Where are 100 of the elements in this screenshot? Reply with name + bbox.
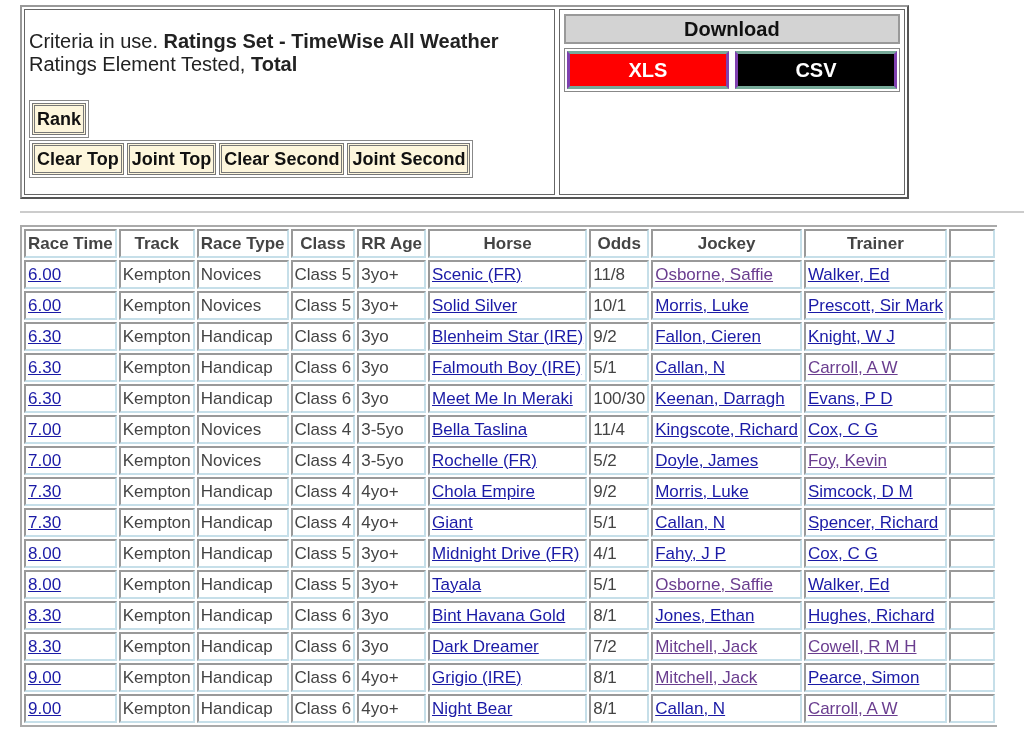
column-header	[948, 229, 995, 258]
table-cell: Kempton	[118, 415, 195, 444]
trainer-link[interactable]: Walker, Ed	[807, 264, 890, 284]
jockey-link[interactable]: Callan, N	[655, 512, 726, 532]
table-cell: Handicap	[196, 477, 289, 506]
trainer-link[interactable]: Cowell, R M H	[807, 636, 917, 656]
horse-link[interactable]: Bella Taslina	[432, 419, 528, 439]
horse-link[interactable]: Grigio (IRE)	[432, 667, 522, 687]
trainer-link[interactable]: Evans, P D	[807, 388, 893, 408]
table-cell: Handicap	[196, 663, 289, 692]
jockey-link[interactable]: Mitchell, Jack	[655, 636, 758, 656]
race-time-link[interactable]: 8.30	[28, 636, 62, 656]
jockey-link[interactable]: Morris, Luke	[655, 481, 749, 501]
trainer-link[interactable]: Carroll, A W	[807, 698, 898, 718]
horse-link[interactable]: Chola Empire	[432, 481, 535, 501]
trainer-link[interactable]: Foy, Kevin	[807, 450, 887, 470]
jockey-link[interactable]: Kingscote, Richard	[655, 419, 798, 439]
race-time-link[interactable]: 7.30	[28, 481, 62, 501]
table-cell: Kempton	[118, 601, 195, 630]
race-time-link[interactable]: 6.30	[28, 357, 62, 377]
table-cell: Kempton	[118, 539, 195, 568]
table-cell: Class 5	[290, 260, 356, 289]
horse-link[interactable]: Dark Dreamer	[432, 636, 539, 656]
horse-link[interactable]: Night Bear	[432, 698, 513, 718]
table-cell: Handicap	[196, 570, 289, 599]
table-cell: Class 6	[290, 694, 356, 723]
horse-link[interactable]: Solid Silver	[432, 295, 518, 315]
trainer-link[interactable]: Pearce, Simon	[807, 667, 920, 687]
jockey-link[interactable]: Callan, N	[655, 357, 726, 377]
trainer-link[interactable]: Hughes, Richard	[807, 605, 935, 625]
horse-link[interactable]: Blenheim Star (IRE)	[432, 326, 584, 346]
trainer-link[interactable]: Simcock, D M	[807, 481, 913, 501]
race-time-link[interactable]: 9.00	[28, 698, 62, 718]
rank-button[interactable]: Rank	[32, 103, 86, 135]
horse-link[interactable]: Rochelle (FR)	[432, 450, 537, 470]
table-cell: 3yo	[357, 601, 426, 630]
race-time-link[interactable]: 8.30	[28, 605, 62, 625]
race-time-link[interactable]: 6.30	[28, 326, 62, 346]
race-time-link[interactable]: 9.00	[28, 667, 62, 687]
filter-button[interactable]: Clear Second	[219, 143, 345, 175]
table-cell	[948, 632, 995, 661]
race-time-link[interactable]: 6.00	[28, 264, 62, 284]
jockey-link[interactable]: Jones, Ethan	[655, 605, 755, 625]
horse-link[interactable]: Scenic (FR)	[432, 264, 522, 284]
table-cell: 4yo+	[357, 694, 426, 723]
jockey-link[interactable]: Osborne, Saffie	[655, 574, 773, 594]
table-cell: 3yo+	[357, 260, 426, 289]
download-button[interactable]: XLS	[566, 51, 729, 89]
jockey-link[interactable]: Fahy, J P	[655, 543, 726, 563]
trainer-link[interactable]: Prescott, Sir Mark	[807, 295, 943, 315]
table-cell: Class 6	[290, 322, 356, 351]
table-cell: 9/2	[589, 477, 650, 506]
table-cell: Handicap	[196, 632, 289, 661]
race-time-link[interactable]: 8.00	[28, 574, 62, 594]
horse-link[interactable]: Meet Me In Meraki	[432, 388, 573, 408]
table-cell: Class 4	[290, 508, 356, 537]
horse-link[interactable]: Tayala	[432, 574, 482, 594]
trainer-link[interactable]: Spencer, Richard	[807, 512, 939, 532]
table-cell: Kempton	[118, 260, 195, 289]
download-button[interactable]: CSV	[734, 51, 897, 89]
jockey-link[interactable]: Doyle, James	[655, 450, 759, 470]
horse-link[interactable]: Bint Havana Gold	[432, 605, 566, 625]
race-time-link[interactable]: 8.00	[28, 543, 62, 563]
race-time-link[interactable]: 6.00	[28, 295, 62, 315]
jockey-link[interactable]: Morris, Luke	[655, 295, 749, 315]
table-cell: 3-5yo	[357, 415, 426, 444]
table-cell: 4/1	[589, 539, 650, 568]
table-cell: 8/1	[589, 663, 650, 692]
jockey-link[interactable]: Fallon, Cieren	[655, 326, 761, 346]
trainer-link[interactable]: Cox, C G	[807, 543, 878, 563]
race-time-link[interactable]: 7.00	[28, 419, 62, 439]
horse-link[interactable]: Giant	[432, 512, 473, 532]
trainer-link[interactable]: Walker, Ed	[807, 574, 890, 594]
jockey-link[interactable]: Callan, N	[655, 698, 726, 718]
table-cell: Kempton	[118, 353, 195, 382]
table-cell: 8/1	[589, 694, 650, 723]
jockey-link[interactable]: Mitchell, Jack	[655, 667, 758, 687]
filter-button[interactable]: Clear Top	[32, 143, 124, 175]
table-cell: Class 4	[290, 446, 356, 475]
table-cell: Kempton	[118, 508, 195, 537]
race-time-link[interactable]: 7.30	[28, 512, 62, 532]
table-cell	[948, 508, 995, 537]
jockey-link[interactable]: Osborne, Saffie	[655, 264, 773, 284]
trainer-link[interactable]: Knight, W J	[807, 326, 895, 346]
table-cell: Handicap	[196, 508, 289, 537]
trainer-link[interactable]: Carroll, A W	[807, 357, 898, 377]
column-header: Track	[118, 229, 195, 258]
table-cell: Class 5	[290, 291, 356, 320]
table-cell: Handicap	[196, 694, 289, 723]
horse-link[interactable]: Falmouth Boy (IRE)	[432, 357, 582, 377]
trainer-link[interactable]: Cox, C G	[807, 419, 878, 439]
filter-button[interactable]: Joint Second	[347, 143, 471, 175]
table-cell	[948, 415, 995, 444]
filter-button[interactable]: Joint Top	[126, 143, 217, 175]
race-time-link[interactable]: 7.00	[28, 450, 62, 470]
race-time-link[interactable]: 6.30	[28, 388, 62, 408]
horse-link[interactable]: Midnight Drive (FR)	[432, 543, 580, 563]
table-cell: Handicap	[196, 384, 289, 413]
jockey-link[interactable]: Keenan, Darragh	[655, 388, 785, 408]
table-cell: Handicap	[196, 353, 289, 382]
